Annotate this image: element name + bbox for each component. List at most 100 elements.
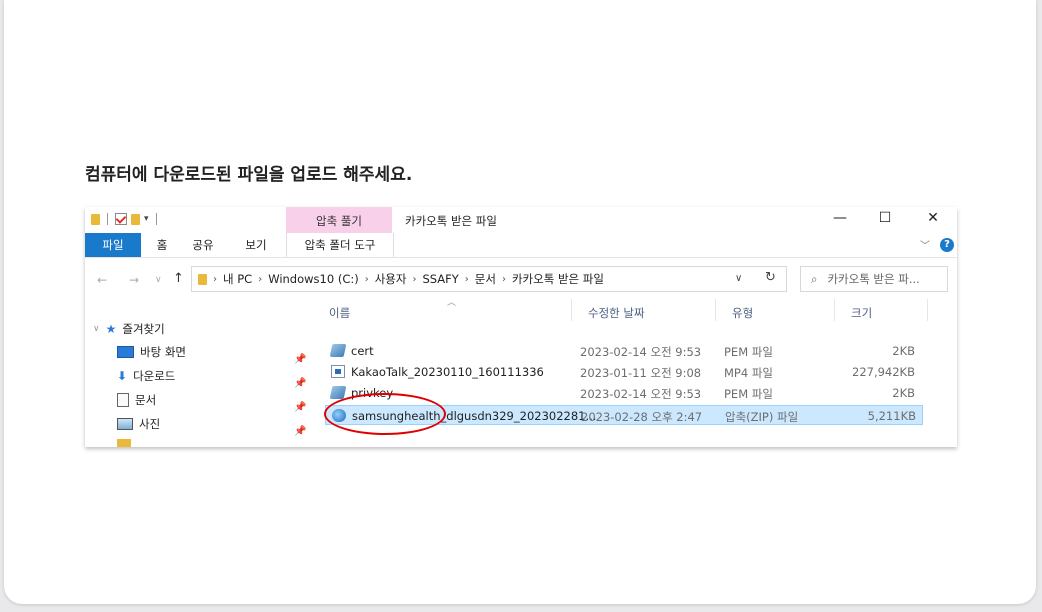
breadcrumb-item[interactable]: 내 PC <box>223 271 252 287</box>
sidebar-item-label: 문서 <box>135 393 157 407</box>
breadcrumb-item[interactable]: SSAFY <box>422 272 458 286</box>
file-row[interactable]: KakaoTalk_20230110_160111336 2023-01-11 … <box>325 362 923 382</box>
zip-file-icon <box>332 409 346 422</box>
search-input[interactable]: 카카오톡 받은 파... <box>827 271 919 287</box>
file-date: 2023-02-14 오전 9:53 <box>580 345 702 359</box>
pin-icon: 📌 <box>294 426 307 437</box>
column-header-name[interactable]: 이름 <box>329 305 350 321</box>
download-arrow-icon: ⬇ <box>117 369 128 383</box>
file-list: ︿ 이름 수정한 날짜 유형 크기 cert 2023-02-14 오전 9:5… <box>317 298 957 447</box>
file-row-selected[interactable]: samsunghealth_dlgusdn329_202302281... 20… <box>325 405 923 425</box>
address-bar[interactable]: › 내 PC › Windows10 (C:) › 사용자 › SSAFY › … <box>191 266 787 292</box>
sidebar-item-downloads[interactable]: ⬇ 다운로드 <box>117 368 175 384</box>
desktop-icon <box>117 346 134 358</box>
file-size: 5,211KB <box>867 409 916 423</box>
extract-context-tab[interactable]: 압축 풀기 <box>286 207 392 233</box>
sidebar-item-folder[interactable] <box>117 439 137 447</box>
column-header-type[interactable]: 유형 <box>732 305 753 321</box>
sidebar-item-label: 즐겨찾기 <box>122 322 165 336</box>
column-divider[interactable] <box>715 299 716 321</box>
file-size: 227,942KB <box>852 365 915 379</box>
title-bar: ▾ 압축 풀기 카카오톡 받은 파일 — ☐ ✕ <box>85 207 957 233</box>
star-icon: ★ <box>105 322 117 336</box>
sidebar-item-label: 바탕 화면 <box>140 345 186 359</box>
maximize-button[interactable]: ☐ <box>875 210 895 226</box>
tab-compressed-folder-tools[interactable]: 압축 폴더 도구 <box>286 233 394 257</box>
column-header-date[interactable]: 수정한 날짜 <box>588 305 645 321</box>
sidebar-item-label: 사진 <box>139 417 161 431</box>
new-folder-icon[interactable] <box>131 213 140 225</box>
file-name: samsunghealth_dlgusdn329_202302281... <box>352 409 597 423</box>
divider <box>155 213 157 225</box>
file-explorer-window: ▾ 압축 풀기 카카오톡 받은 파일 — ☐ ✕ 파일 홈 공유 보기 압축 폴… <box>85 207 957 447</box>
sort-up-icon: ︿ <box>447 298 457 308</box>
navigation-pane: ∨ ★ 즐겨찾기 바탕 화면 📌 ⬇ 다운로드 📌 문서 📌 사진 📌 <box>85 299 317 447</box>
breadcrumb-item[interactable]: Windows10 (C:) <box>268 272 359 286</box>
ribbon-tabs: 파일 홈 공유 보기 압축 폴더 도구 ﹀ ? <box>85 233 957 258</box>
chevron-right-icon[interactable]: › <box>365 274 369 285</box>
document-icon <box>117 393 129 407</box>
sidebar-item-label: 다운로드 <box>133 369 176 383</box>
sidebar-item-desktop[interactable]: 바탕 화면 <box>117 344 186 360</box>
chevron-right-icon[interactable]: › <box>502 274 506 285</box>
pictures-icon <box>117 418 133 430</box>
folder-icon <box>198 273 207 285</box>
window-title: 카카오톡 받은 파일 <box>405 214 497 228</box>
help-icon[interactable]: ? <box>940 238 954 252</box>
properties-icon[interactable] <box>115 213 127 225</box>
sidebar-item-pictures[interactable]: 사진 <box>117 416 160 432</box>
video-file-icon <box>331 365 345 378</box>
back-arrow-icon[interactable]: ← <box>97 273 107 287</box>
search-box[interactable]: ⌕ 카카오톡 받은 파... <box>800 266 948 292</box>
chevron-down-icon[interactable]: ∨ <box>93 324 100 334</box>
refresh-icon[interactable]: ↻ <box>765 270 776 285</box>
file-name: cert <box>351 344 374 358</box>
file-row[interactable]: privkey 2023-02-14 오전 9:53 PEM 파일 2KB <box>325 383 923 403</box>
file-date: 2023-02-28 오후 2:47 <box>581 410 703 424</box>
column-divider[interactable] <box>927 299 928 321</box>
sidebar-item-documents[interactable]: 문서 <box>117 392 156 408</box>
recent-locations-icon[interactable]: ∨ <box>155 275 162 285</box>
file-date: 2023-02-14 오전 9:53 <box>580 387 702 401</box>
file-size: 2KB <box>892 344 915 358</box>
file-size: 2KB <box>892 386 915 400</box>
forward-arrow-icon[interactable]: → <box>129 273 139 287</box>
divider <box>107 213 108 225</box>
tab-view[interactable]: 보기 <box>242 233 270 257</box>
file-name: KakaoTalk_20230110_160111336 <box>351 365 544 379</box>
tab-file[interactable]: 파일 <box>85 233 141 257</box>
pin-icon: 📌 <box>294 354 307 365</box>
chevron-right-icon[interactable]: › <box>258 274 262 285</box>
close-button[interactable]: ✕ <box>923 210 943 226</box>
up-arrow-icon[interactable]: ↑ <box>173 271 184 286</box>
breadcrumb-item[interactable]: 카카오톡 받은 파일 <box>512 271 604 287</box>
address-dropdown-icon[interactable]: ∨ <box>735 273 742 284</box>
file-row[interactable]: cert 2023-02-14 오전 9:53 PEM 파일 2KB <box>325 341 923 361</box>
file-date: 2023-01-11 오전 9:08 <box>580 366 702 380</box>
tab-share[interactable]: 공유 <box>189 233 217 257</box>
pin-icon: 📌 <box>294 378 307 389</box>
certificate-icon <box>329 386 347 399</box>
breadcrumb-item[interactable]: 사용자 <box>375 271 407 287</box>
breadcrumb-item[interactable]: 문서 <box>475 271 496 287</box>
column-divider[interactable] <box>834 299 835 321</box>
search-icon: ⌕ <box>811 271 818 286</box>
chevron-right-icon[interactable]: › <box>213 274 217 285</box>
chevron-down-icon[interactable]: ▾ <box>144 214 149 224</box>
file-name: privkey <box>351 386 394 400</box>
quick-access-toolbar: ▾ <box>91 213 160 225</box>
expand-ribbon-icon[interactable]: ﹀ <box>920 237 930 252</box>
column-divider[interactable] <box>571 299 572 321</box>
certificate-icon <box>329 344 347 357</box>
column-header-size[interactable]: 크기 <box>851 305 872 321</box>
tab-home[interactable]: 홈 <box>151 233 173 257</box>
chevron-right-icon[interactable]: › <box>465 274 469 285</box>
sidebar-item-quick-access[interactable]: ∨ ★ 즐겨찾기 <box>93 321 165 337</box>
folder-icon <box>117 439 131 447</box>
folder-icon <box>91 213 100 225</box>
chevron-right-icon[interactable]: › <box>412 274 416 285</box>
minimize-button[interactable]: — <box>830 210 850 226</box>
page-title: 컴퓨터에 다운로드된 파일을 업로드 해주세요. <box>85 165 413 185</box>
navigation-bar: ← → ∨ ↑ › 내 PC › Windows10 (C:) › 사용자 › … <box>85 261 957 297</box>
pin-icon: 📌 <box>294 402 307 413</box>
